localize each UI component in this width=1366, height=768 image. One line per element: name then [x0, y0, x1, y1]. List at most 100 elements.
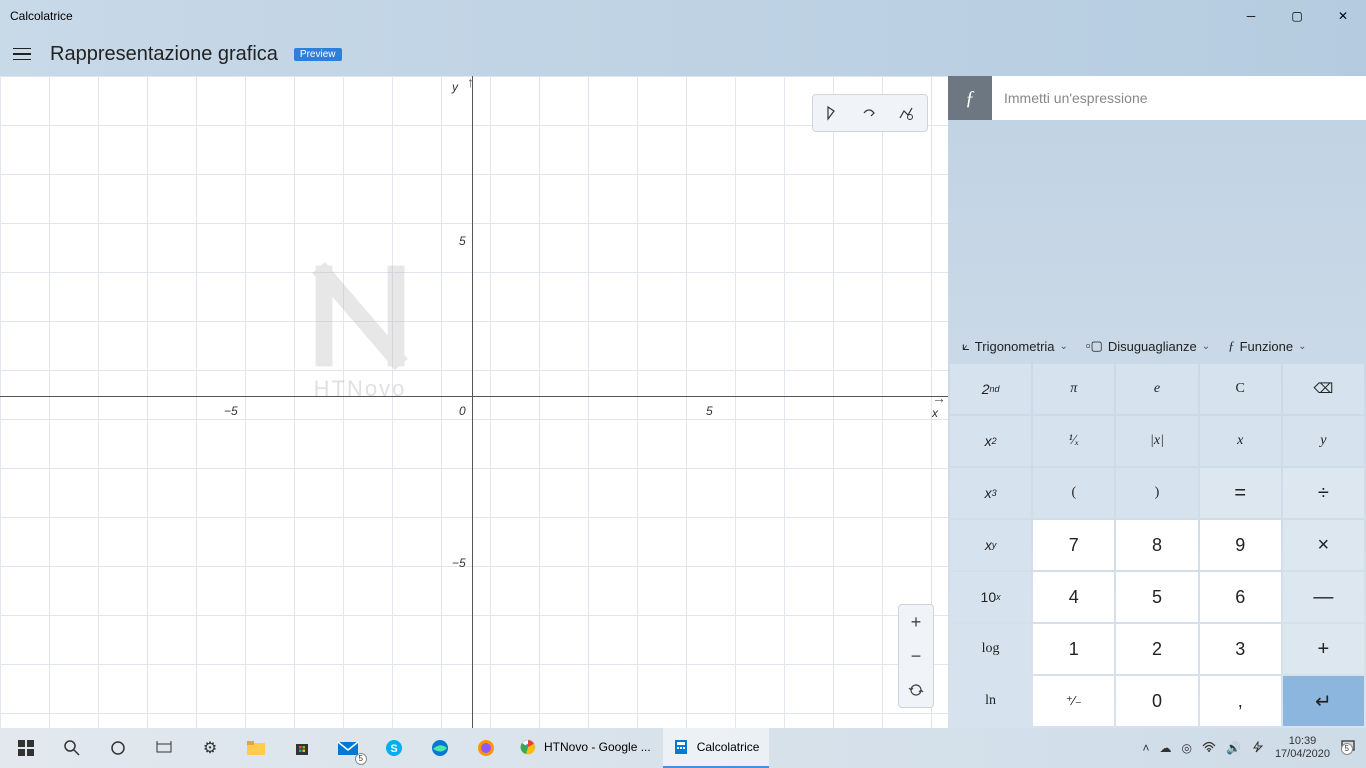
key-subtract[interactable]: — — [1283, 572, 1364, 622]
key-8[interactable]: 8 — [1116, 520, 1197, 570]
graph-grid — [0, 76, 948, 728]
watermark: HTNovo — [270, 256, 450, 402]
skype-icon[interactable]: S — [372, 728, 416, 768]
taskbar: ⚙ 5 S HTNovo - Google ... Calcolatrice ˄… — [0, 728, 1366, 768]
zoom-out-button[interactable]: − — [899, 639, 933, 673]
search-icon[interactable] — [50, 728, 94, 768]
key-6[interactable]: 6 — [1200, 572, 1281, 622]
graph-pane[interactable]: ↑ → y x −5 5 5 −5 0 HTNovo + − — [0, 76, 948, 728]
main-area: ↑ → y x −5 5 5 −5 0 HTNovo + − — [0, 76, 1366, 728]
cloud-icon[interactable]: ☁ — [1160, 741, 1172, 755]
key-backspace[interactable]: ⌫ — [1283, 364, 1364, 414]
key-x-squared[interactable]: x2 — [950, 416, 1031, 466]
zoom-in-button[interactable]: + — [899, 605, 933, 639]
clock[interactable]: 10:39 17/04/2020 — [1275, 735, 1330, 761]
zoom-reset-button[interactable] — [899, 673, 933, 707]
mail-badge: 5 — [355, 753, 367, 765]
volume-icon[interactable]: 🔊 — [1226, 741, 1241, 755]
taskbar-app-calculator[interactable]: Calcolatrice — [663, 728, 770, 768]
function-dropdown[interactable]: ƒ Funzione ⌄ — [1228, 338, 1306, 354]
key-log[interactable]: log — [950, 624, 1031, 674]
side-panel: ƒ ⟀ Trigonometria ⌄ ▫▢ Disuguaglianze ⌄ … — [948, 76, 1366, 728]
key-y[interactable]: y — [1283, 416, 1364, 466]
graph-toolbar — [812, 94, 928, 132]
hamburger-menu[interactable] — [10, 42, 34, 66]
wifi-icon[interactable] — [1202, 741, 1216, 756]
key-divide[interactable]: ÷ — [1283, 468, 1364, 518]
titlebar: Calcolatrice ─ ▢ ✕ — [0, 0, 1366, 32]
tick-pos-x: 5 — [706, 404, 713, 418]
y-axis-arrow-icon: ↑ — [467, 76, 474, 90]
panel-spacer — [948, 120, 1366, 328]
key-x-cubed[interactable]: x3 — [950, 468, 1031, 518]
key-3[interactable]: 3 — [1200, 624, 1281, 674]
chevron-down-icon: ⌄ — [1298, 341, 1306, 352]
trig-dropdown[interactable]: ⟀ Trigonometria ⌄ — [962, 338, 1068, 354]
key-reciprocal[interactable]: ¹∕ₓ — [1033, 416, 1114, 466]
key-ten-pow-x[interactable]: 10x — [950, 572, 1031, 622]
page-title: Rappresentazione grafica — [50, 43, 278, 66]
key-pi[interactable]: π — [1033, 364, 1114, 414]
edge-icon[interactable] — [418, 728, 462, 768]
task-view-icon[interactable] — [142, 728, 186, 768]
key-equals[interactable]: = — [1200, 468, 1281, 518]
firefox-icon[interactable] — [464, 728, 508, 768]
header: Rappresentazione grafica Preview — [0, 32, 1366, 76]
svg-text:S: S — [390, 743, 397, 755]
system-tray: ˄ ☁ ◎ 🔊 10:39 17/04/2020 5 — [1142, 735, 1362, 761]
location-icon[interactable]: ◎ — [1182, 741, 1192, 755]
close-button[interactable]: ✕ — [1320, 0, 1366, 32]
key-ln[interactable]: ln — [950, 676, 1031, 726]
inequality-dropdown[interactable]: ▫▢ Disuguaglianze ⌄ — [1086, 338, 1210, 354]
x-axis — [0, 396, 948, 397]
key-x[interactable]: x — [1200, 416, 1281, 466]
key-clear[interactable]: C — [1200, 364, 1281, 414]
key-abs[interactable]: |x| — [1116, 416, 1197, 466]
watermark-text: HTNovo — [270, 376, 450, 402]
key-comma[interactable]: , — [1200, 676, 1281, 726]
window-controls: ─ ▢ ✕ — [1228, 0, 1366, 32]
key-1[interactable]: 1 — [1033, 624, 1114, 674]
key-rparen[interactable]: ) — [1116, 468, 1197, 518]
chevron-down-icon: ⌄ — [1202, 341, 1210, 352]
file-explorer-icon[interactable] — [234, 728, 278, 768]
minimize-button[interactable]: ─ — [1228, 0, 1274, 32]
tick-neg-y: −5 — [452, 556, 466, 570]
tray-chevron-icon[interactable]: ˄ — [1142, 741, 1149, 755]
mail-icon[interactable]: 5 — [326, 728, 370, 768]
key-second[interactable]: 2nd — [950, 364, 1031, 414]
key-0[interactable]: 0 — [1116, 676, 1197, 726]
key-lparen[interactable]: ( — [1033, 468, 1114, 518]
settings-icon[interactable]: ⚙ — [188, 728, 232, 768]
key-4[interactable]: 4 — [1033, 572, 1114, 622]
key-e[interactable]: e — [1116, 364, 1197, 414]
key-multiply[interactable]: × — [1283, 520, 1364, 570]
key-plus-minus[interactable]: ⁺∕₋ — [1033, 676, 1114, 726]
notif-badge: 5 — [1341, 743, 1353, 755]
cortana-icon[interactable] — [96, 728, 140, 768]
trace-tool[interactable] — [817, 99, 851, 127]
maximize-button[interactable]: ▢ — [1274, 0, 1320, 32]
expression-input[interactable] — [992, 76, 1366, 120]
graph-options-tool[interactable] — [889, 99, 923, 127]
tick-neg-x: −5 — [224, 404, 238, 418]
start-button[interactable] — [4, 728, 48, 768]
key-add[interactable]: + — [1283, 624, 1364, 674]
key-9[interactable]: 9 — [1200, 520, 1281, 570]
key-2[interactable]: 2 — [1116, 624, 1197, 674]
share-tool[interactable] — [853, 99, 887, 127]
notifications-icon[interactable]: 5 — [1340, 739, 1356, 758]
x-axis-arrow-icon: → — [932, 390, 946, 406]
taskbar-app-chrome[interactable]: HTNovo - Google ... — [510, 728, 661, 768]
store-icon[interactable] — [280, 728, 324, 768]
key-enter[interactable]: ↵ — [1283, 676, 1364, 726]
tick-origin: 0 — [459, 404, 466, 418]
key-5[interactable]: 5 — [1116, 572, 1197, 622]
key-7[interactable]: 7 — [1033, 520, 1114, 570]
y-axis — [472, 76, 473, 728]
key-x-pow-y[interactable]: xy — [950, 520, 1031, 570]
function-icon: ƒ — [1228, 338, 1235, 354]
tick-pos-y: 5 — [459, 234, 466, 248]
power-icon[interactable] — [1251, 741, 1265, 756]
app-title: Calcolatrice — [10, 9, 1228, 23]
